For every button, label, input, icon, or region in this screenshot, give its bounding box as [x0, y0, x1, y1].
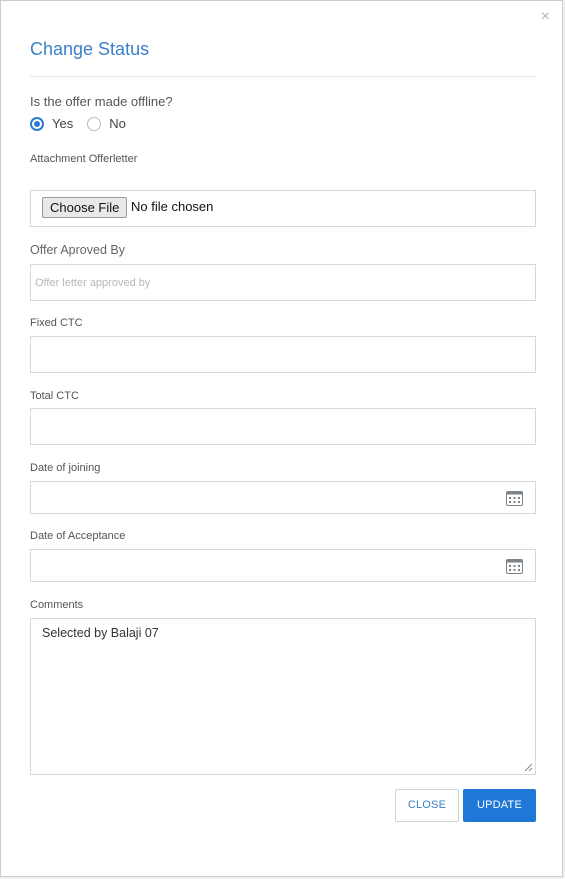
close-icon[interactable]: ×: [541, 9, 550, 25]
date-of-joining-field: [30, 481, 536, 514]
radio-no[interactable]: [87, 116, 102, 131]
choose-file-button[interactable]: Choose File: [42, 197, 128, 218]
calendar-icon[interactable]: [506, 558, 523, 574]
radio-yes-label[interactable]: Yes: [52, 116, 73, 131]
total-ctc-label: Total CTC: [30, 390, 79, 402]
approved-by-label: Offer Aproved By: [30, 243, 125, 257]
resize-grip-icon[interactable]: [524, 763, 533, 772]
update-button[interactable]: UPDATE: [463, 789, 536, 822]
fixed-ctc-label: Fixed CTC: [30, 317, 83, 329]
calendar-icon[interactable]: [506, 490, 523, 506]
approved-by-input[interactable]: [31, 265, 535, 300]
total-ctc-field: [30, 408, 536, 445]
comments-label: Comments: [30, 599, 84, 611]
approved-by-field: [30, 264, 536, 301]
offer-offline-question: Is the offer made offline?: [30, 94, 173, 109]
fixed-ctc-field: [30, 336, 536, 373]
comments-field: Selected by Balaji 07: [30, 618, 536, 775]
attachment-field: Choose File No file chosen: [30, 190, 536, 227]
date-of-acceptance-label: Date of Acceptance: [30, 530, 126, 542]
close-button[interactable]: CLOSE: [395, 789, 459, 822]
fixed-ctc-input[interactable]: [31, 337, 535, 372]
date-of-acceptance-input[interactable]: [31, 550, 535, 581]
date-of-joining-input[interactable]: [31, 482, 535, 513]
radio-no-label[interactable]: No: [109, 116, 126, 131]
radio-yes[interactable]: [30, 116, 44, 131]
total-ctc-input[interactable]: [31, 409, 535, 444]
date-of-acceptance-field: [30, 549, 536, 582]
modal-title: Change Status: [30, 39, 150, 59]
attachment-label: Attachment Offerletter: [30, 153, 138, 165]
comments-textarea[interactable]: Selected by Balaji 07: [31, 619, 535, 774]
title-divider: [30, 76, 536, 77]
date-of-joining-label: Date of joining: [30, 462, 101, 474]
file-status-text: No file chosen: [131, 199, 214, 214]
change-status-modal: × Change Status Is the offer made offlin…: [0, 0, 563, 877]
offer-offline-radio-group: Yes No: [30, 116, 140, 131]
